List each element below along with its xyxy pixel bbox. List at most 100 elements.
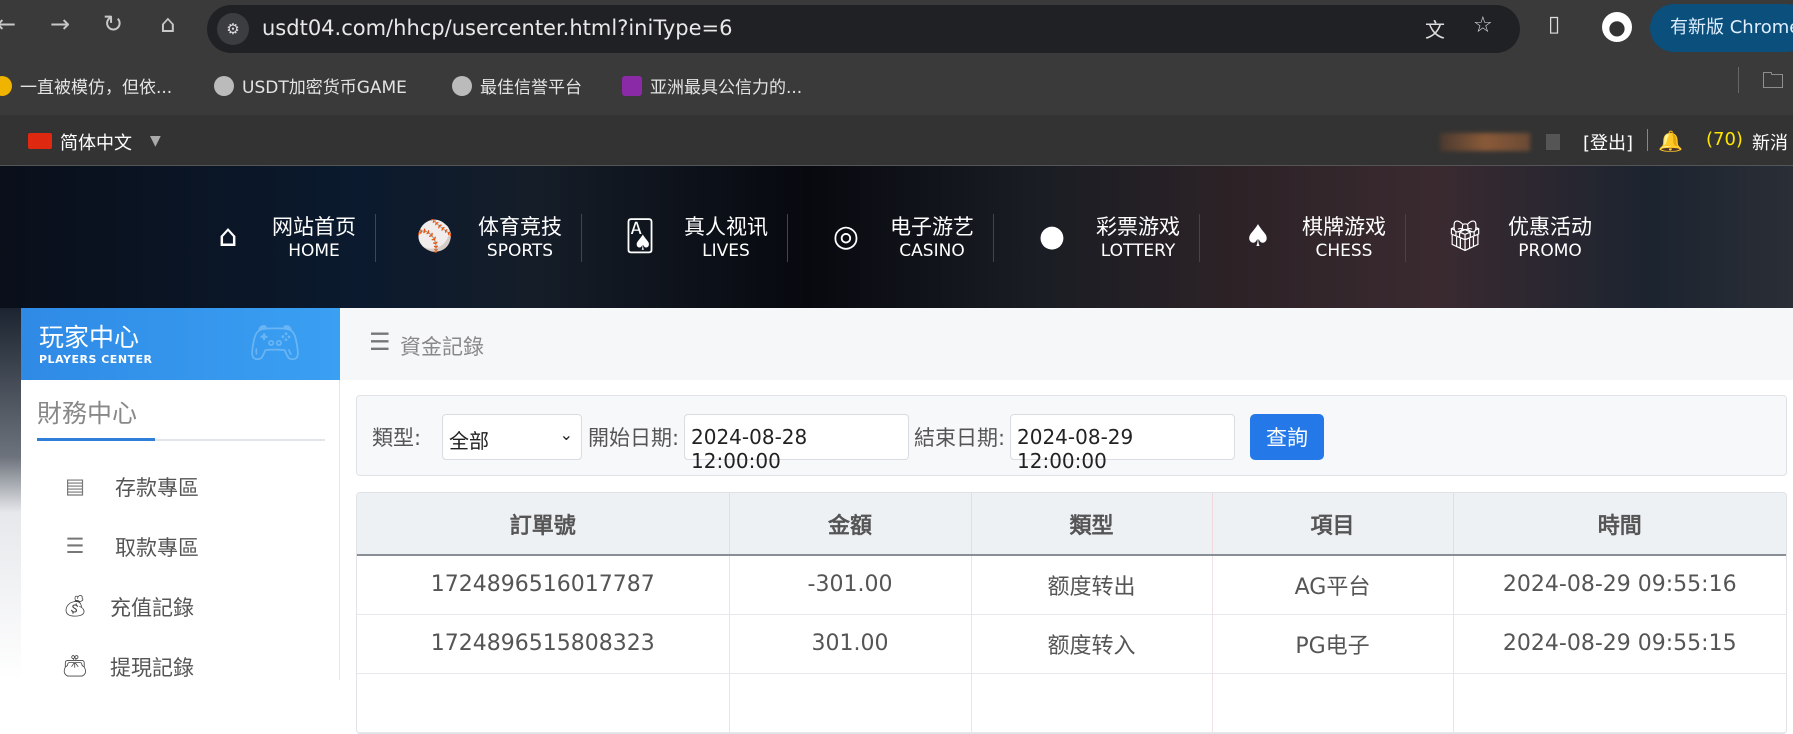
site-top-bar: 简体中文 ▼ [登出] 🔔 (70) 新消	[0, 115, 1793, 166]
update-chrome-button[interactable]: 有新版 Chrome	[1650, 4, 1793, 52]
nav-sublabel: LOTTERY	[1100, 241, 1176, 261]
nav-sublabel: CASINO	[899, 241, 965, 261]
start-date-input[interactable]: 2024-08-28 12:00:00	[684, 414, 909, 473]
time-cell: 2024-08-29 09:55:15	[1453, 614, 1786, 674]
messages-link[interactable]: 新消	[1752, 129, 1788, 155]
filter-bar: 類型: 全部 ⌄ 開始日期: 2024-08-28 12:00:00 結束日期: …	[356, 395, 1787, 476]
nav-label: 网站首页	[272, 215, 356, 239]
language-selector[interactable]: 简体中文	[60, 129, 132, 155]
empty-cell	[357, 673, 730, 733]
finance-center-title: 財務中心	[37, 399, 138, 428]
nav-casino[interactable]: ◎ 电子游艺 CASINO	[832, 211, 1038, 271]
translate-icon[interactable]: 文	[1425, 14, 1445, 43]
site-info-icon[interactable]: ⚙	[217, 13, 249, 45]
bookmark-item[interactable]: USDT加密货币GAME	[214, 73, 407, 98]
nav-label: 优惠活动	[1508, 215, 1592, 239]
money-bag-icon: 💰︎	[61, 594, 89, 618]
type-cell: 额度转入	[971, 614, 1213, 674]
records-table: 訂單號 金額 類型 項目 時間 1724896516017787 -301.00…	[356, 492, 1787, 734]
url-text[interactable]: usdt04.com/hhcp/usercenter.html?iniType=…	[262, 16, 733, 40]
bookmark-star-icon[interactable]: ☆	[1473, 13, 1493, 38]
home-icon[interactable]: ⌂	[150, 10, 186, 38]
menu-icon[interactable]: ☰	[369, 328, 391, 356]
nav-sublabel: SPORTS	[486, 241, 554, 261]
nav-divider	[375, 214, 376, 262]
caret-down-icon[interactable]: ▼	[150, 133, 161, 149]
sidebar-subtitle: PLAYERS CENTER	[39, 353, 153, 366]
order-no-cell: 1724896516017787	[357, 555, 730, 615]
column-header-order-no: 訂單號	[357, 493, 730, 556]
bookmark-label: 一直被模仿，但依...	[20, 78, 173, 98]
nav-divider	[1199, 214, 1200, 262]
china-flag-icon	[28, 133, 52, 149]
empty-cell	[1453, 673, 1786, 733]
spade-icon: ♠	[1244, 219, 1272, 254]
end-date-label: 結束日期:	[914, 426, 1006, 450]
profile-icon[interactable]: ●	[1602, 12, 1632, 42]
card-icon: ▤	[65, 474, 85, 498]
type-select[interactable]: 全部 ⌄	[442, 414, 582, 460]
divider	[1738, 67, 1739, 93]
sidebar-item-withdraw-records[interactable]: 👛︎ 提現記錄	[61, 648, 311, 688]
gift-icon: 🎁︎	[1446, 219, 1485, 254]
divider	[1647, 129, 1648, 151]
forward-icon[interactable]: →	[42, 10, 78, 38]
hand-money-icon: ☰	[65, 534, 85, 558]
amount-cell: -301.00	[729, 555, 972, 615]
bookmark-favicon-icon	[0, 75, 12, 96]
bookmark-item[interactable]: 最佳信誉平台	[452, 73, 582, 98]
sidebar-item-recharge-records[interactable]: 💰︎ 充值記錄	[61, 588, 311, 628]
nav-divider	[581, 214, 582, 262]
page-title: 資金記錄	[400, 335, 484, 359]
amount-cell: 301.00	[729, 614, 972, 674]
username-blurred	[1440, 133, 1530, 151]
nav-chess[interactable]: ♠ 棋牌游戏 CHESS	[1244, 211, 1450, 271]
back-icon[interactable]: ←	[0, 10, 24, 38]
nav-divider	[787, 214, 788, 262]
nav-label: 体育竞技	[478, 215, 562, 239]
bell-icon[interactable]: 🔔	[1658, 129, 1683, 153]
address-bar[interactable]: ⚙ usdt04.com/hhcp/usercenter.html?iniTyp…	[207, 5, 1520, 53]
nav-label: 棋牌游戏	[1302, 215, 1386, 239]
side-panel-icon[interactable]: ▯	[1548, 12, 1560, 37]
username-blurred	[1546, 134, 1560, 150]
order-no-cell: 1724896515808323	[357, 614, 730, 674]
reload-icon[interactable]: ↻	[95, 10, 131, 38]
sidebar-item-deposit[interactable]: ▤ 存款專區	[61, 468, 311, 508]
home-icon: ⌂	[218, 219, 238, 254]
globe-icon	[452, 75, 472, 96]
table-row	[357, 673, 1786, 733]
table-row: 1724896516017787 -301.00 额度转出 AG平台 2024-…	[357, 555, 1786, 615]
nav-home[interactable]: ⌂ 网站首页 HOME	[214, 211, 420, 271]
sidebar-item-withdraw[interactable]: ☰ 取款專區	[61, 528, 311, 568]
bookmark-label: 亚洲最具公信力的...	[650, 78, 803, 98]
section-underline	[37, 438, 325, 441]
sidebar-item-label: 充值記錄	[110, 596, 194, 620]
empty-cell	[1212, 673, 1454, 733]
gamepad-icon: 🎮︎	[247, 317, 303, 368]
start-date-label: 開始日期:	[588, 426, 680, 450]
bookmark-item[interactable]: 亚洲最具公信力的...	[622, 73, 802, 98]
sidebar-title: 玩家中心	[39, 323, 140, 352]
page-header: ☰ 資金記錄	[340, 308, 1793, 380]
item-cell: PG电子	[1212, 614, 1454, 674]
nav-divider	[993, 214, 994, 262]
sidebar-item-label: 存款專區	[115, 476, 199, 500]
column-header-time: 時間	[1453, 493, 1786, 556]
bookmark-item[interactable]: 一直被模仿，但依...	[0, 73, 172, 98]
logout-link[interactable]: [登出]	[1583, 129, 1633, 155]
end-date-input[interactable]: 2024-08-29 12:00:00	[1010, 414, 1235, 473]
empty-cell	[729, 673, 972, 733]
type-cell: 额度转出	[971, 555, 1213, 615]
nav-lottery[interactable]: ● 彩票游戏 LOTTERY	[1038, 211, 1244, 271]
nav-promo[interactable]: 🎁︎ 优惠活动 PROMO	[1446, 211, 1656, 271]
folder-icon[interactable]: 🗀	[1762, 64, 1784, 102]
nav-lives[interactable]: 🂡 真人视讯 LIVES	[625, 211, 832, 271]
query-button[interactable]: 查詢	[1250, 414, 1324, 460]
table-header-row: 訂單號 金額 類型 項目 時間	[357, 493, 1786, 556]
message-count[interactable]: (70)	[1706, 129, 1743, 150]
wallet-icon: 👛︎	[61, 654, 89, 678]
empty-cell	[971, 673, 1213, 733]
nav-sports[interactable]: ⚾ 体育竞技 SPORTS	[416, 211, 626, 271]
bookmarks-bar: 一直被模仿，但依... USDT加密货币GAME 最佳信誉平台 亚洲最具公信力的…	[0, 55, 1793, 115]
